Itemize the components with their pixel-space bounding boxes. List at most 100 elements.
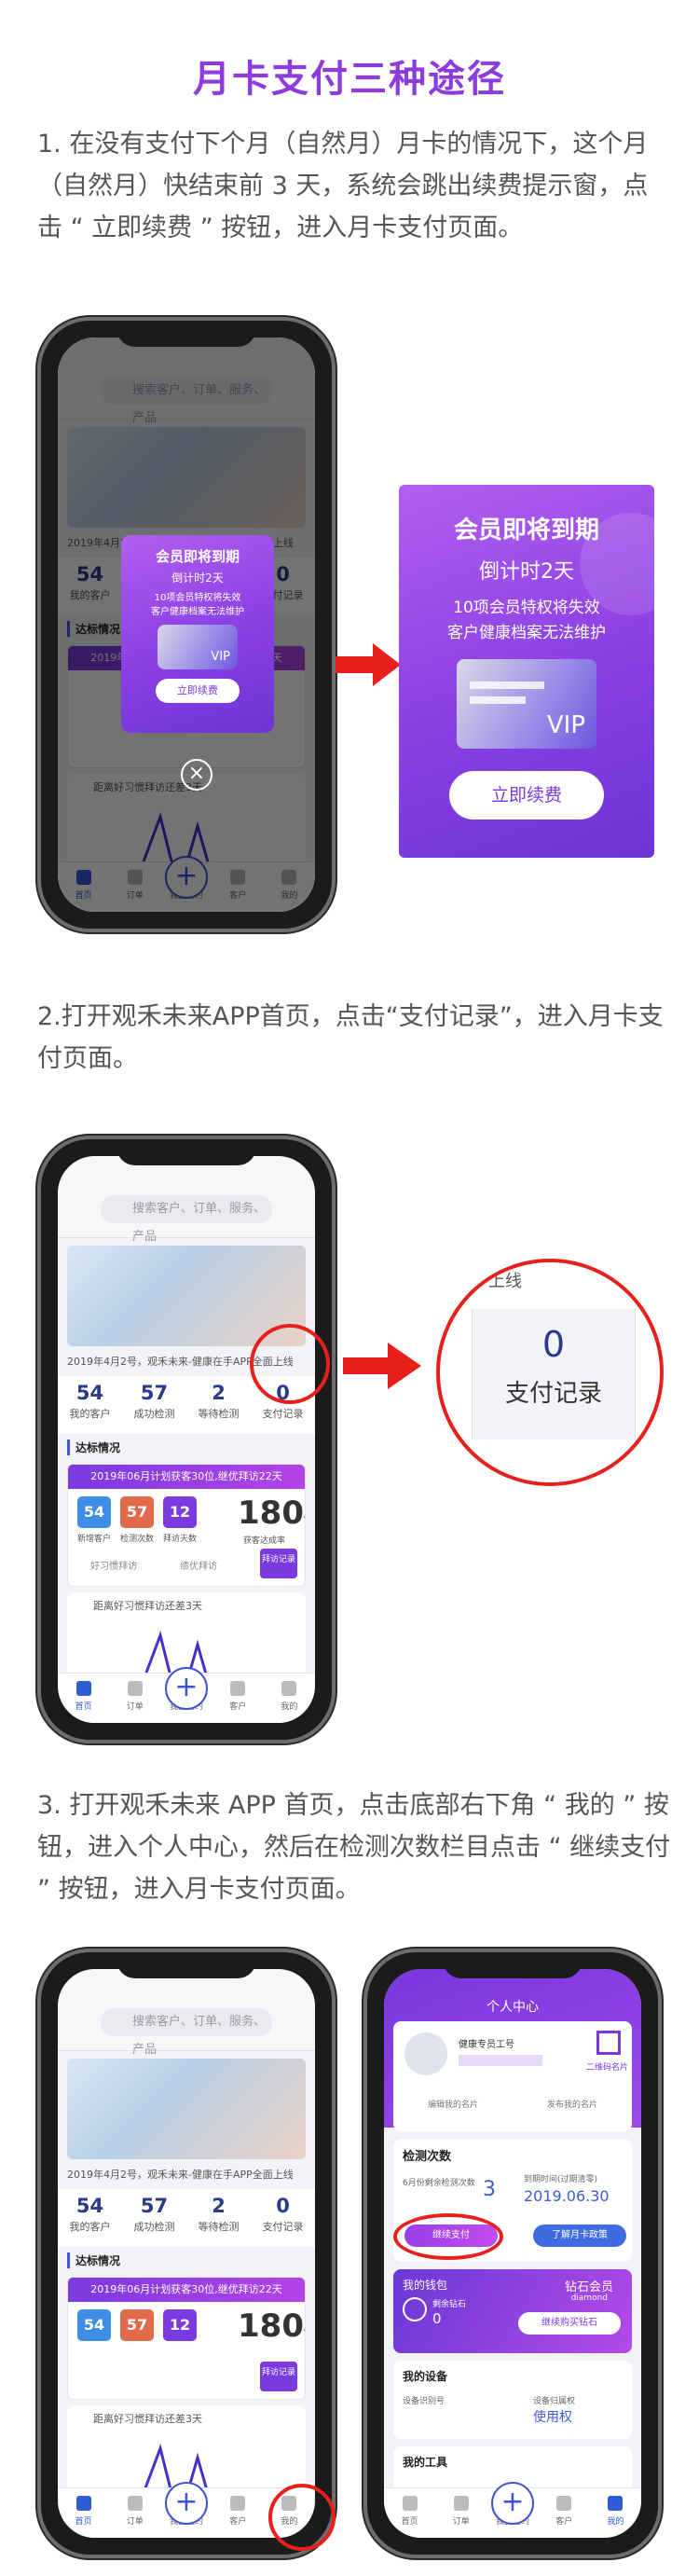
stat-detect[interactable]: 57成功检测 bbox=[122, 1376, 186, 1434]
tab-me[interactable]: 我的 bbox=[264, 1674, 315, 1723]
wallet-card: 我的钱包 剩余钻石 0 钻石会员 diamond 继续购买钻石 bbox=[393, 2269, 632, 2353]
qr-icon[interactable] bbox=[596, 2031, 621, 2055]
tab-home[interactable]: 首页 bbox=[58, 2488, 109, 2538]
highlight-circle bbox=[393, 2213, 503, 2260]
arrow-right-icon bbox=[343, 1343, 421, 1389]
grid-icon bbox=[127, 1681, 143, 1696]
add-button[interactable]: + bbox=[165, 2482, 208, 2525]
tab-me[interactable]: 我的 bbox=[590, 2488, 641, 2538]
stat-waiting[interactable]: 2等待检测 bbox=[186, 1376, 251, 1434]
edit-card-button[interactable]: 编辑我的名片 bbox=[393, 2098, 513, 2110]
phone-3: 搜索客户、订单、服务、产品 2019年4月2号，观禾未来-健康在手APP全面上线… bbox=[37, 1949, 336, 2558]
tab-customers[interactable]: 客户 bbox=[212, 2488, 264, 2538]
add-button[interactable]: + bbox=[491, 2482, 534, 2525]
stat-payment-record[interactable]: 0支付记录 bbox=[251, 2189, 315, 2247]
chip-new-customers: 54 bbox=[77, 1496, 111, 1528]
modal-line1: 10项会员特权将失效 bbox=[154, 593, 241, 603]
achievement-rate: 180% bbox=[238, 2307, 305, 2345]
phone-4: 个人中心 健康专员工号 二维码名片 编辑我的名片 发布我的名片 检测次数 6月份… bbox=[363, 1949, 662, 2558]
detect-title: 检测次数 bbox=[403, 2150, 452, 2164]
visit-record-button[interactable]: 拜访记录 bbox=[260, 2362, 297, 2391]
plan-card: 2019年06月计划获客30位,继优拜访22天 54 57 12 新增客户 检测… bbox=[67, 1464, 306, 1587]
modal-line2-large: 客户健康档案无法维护 bbox=[447, 624, 606, 642]
modal-title: 会员即将到期 bbox=[155, 548, 240, 565]
renew-button-large[interactable]: 立即续费 bbox=[449, 771, 604, 820]
visit-record-button[interactable]: 拜访记录 bbox=[260, 1549, 297, 1578]
tab-orders[interactable]: 订单 bbox=[435, 2488, 487, 2538]
chip-visit-days: 12 bbox=[163, 2309, 197, 2341]
avatar bbox=[404, 2032, 447, 2075]
vip-card: VIP bbox=[158, 625, 238, 669]
heart-icon bbox=[556, 2496, 572, 2511]
stat-customers[interactable]: 54我的客户 bbox=[58, 2189, 122, 2247]
step-2-text: 2.打开观禾未来APP首页，点击“支付记录”，进入月卡支付页面。 bbox=[37, 1002, 664, 1073]
stats-row: 54我的客户 57成功检测 2等待检测 0支付记录 bbox=[58, 2189, 315, 2247]
renew-button[interactable]: 立即续费 bbox=[156, 679, 240, 703]
notice-text: 2019年4月2号，观禾未来-健康在手APP全面上线 bbox=[67, 2169, 294, 2181]
phone-2-screen: 搜索客户、订单、服务、产品 2019年4月2号，观禾未来-健康在手APP全面上线… bbox=[58, 1156, 315, 1723]
renew-modal-large: 会员即将到期 倒计时2天 10项会员特权将失效 客户健康档案无法维护 VIP 立… bbox=[399, 485, 654, 858]
achievement-rate: 180% bbox=[238, 1495, 305, 1532]
grid-icon bbox=[127, 2496, 143, 2511]
stat-customers[interactable]: 54我的客户 bbox=[58, 1376, 122, 1434]
tab-customers[interactable]: 客户 bbox=[539, 2488, 590, 2538]
home-icon bbox=[75, 1681, 91, 1696]
phone-1-screen: 搜索客户、订单、服务、产品 2019年4月2号，观禾未来-健康在手APP全面上线… bbox=[58, 337, 315, 912]
diamond-label: 剩余钻石 bbox=[432, 2300, 467, 2309]
zoom-num: 0 bbox=[541, 1324, 566, 1365]
remain-label: 6月份剩余检测次数 bbox=[403, 2179, 475, 2188]
plan-header: 2019年06月计划获客30位,继优拜访22天 bbox=[68, 2278, 305, 2302]
tab-orders[interactable]: 订单 bbox=[109, 1674, 160, 1723]
chip-detect-count: 57 bbox=[120, 2309, 154, 2341]
diamond-icon bbox=[403, 2297, 427, 2321]
step-1-text: 1. 在没有支付下个月（自然月）月卡的情况下，这个月（自然月）快结束前 3 天，… bbox=[37, 130, 649, 242]
tab-home[interactable]: 首页 bbox=[58, 1674, 109, 1723]
publish-card-button[interactable]: 发布我的名片 bbox=[513, 2098, 632, 2110]
chip-visit-days: 12 bbox=[163, 1496, 197, 1528]
stat-detect[interactable]: 57成功检测 bbox=[122, 2189, 186, 2247]
wallet-title: 我的钱包 bbox=[403, 2279, 448, 2292]
add-button[interactable]: + bbox=[165, 1667, 208, 1710]
tab-customers[interactable]: 客户 bbox=[212, 1674, 264, 1723]
zoom-panel: 0 支付记录 bbox=[472, 1309, 636, 1440]
modal-countdown: 倒计时2天 bbox=[171, 572, 224, 585]
home-icon bbox=[402, 2496, 418, 2511]
policy-button[interactable]: 了解月卡政策 bbox=[533, 2225, 626, 2247]
chip-label: 新增客户 bbox=[76, 1535, 111, 1544]
search-input[interactable]: 搜索客户、订单、服务、产品 bbox=[101, 1195, 272, 1244]
plan-card: 2019年06月计划获客30位,继优拜访22天 54 57 12 180% 拜访… bbox=[67, 2277, 306, 2400]
modal-line2: 客户健康档案无法维护 bbox=[151, 607, 244, 617]
phone-notch bbox=[443, 1952, 582, 1978]
buy-diamond-button[interactable]: 继续购买钻石 bbox=[518, 2312, 621, 2335]
expire-label: 到期时间(过期清零) bbox=[524, 2175, 598, 2184]
step-3-text: 3. 打开观禾未来 APP 首页，点击底部右下角 “ 我的 ” 按钮，进入个人中… bbox=[37, 1791, 671, 1904]
highlight-circle bbox=[250, 1324, 330, 1404]
home-banner[interactable] bbox=[67, 2059, 306, 2159]
chip-detect-count: 57 bbox=[120, 1496, 154, 1528]
profile-title: 个人中心 bbox=[487, 2000, 539, 2015]
qr-label: 二维码名片 bbox=[585, 2063, 628, 2073]
search-input[interactable]: 搜索客户、订单、服务、产品 bbox=[101, 2008, 272, 2057]
vip-card-large: VIP bbox=[457, 659, 596, 749]
page-title: 月卡支付三种途径 bbox=[193, 58, 506, 101]
profile-screen: 个人中心 健康专员工号 二维码名片 编辑我的名片 发布我的名片 检测次数 6月份… bbox=[384, 1969, 641, 2538]
phone-1: 搜索客户、订单、服务、产品 2019年4月2号，观禾未来-健康在手APP全面上线… bbox=[37, 317, 336, 932]
devices-title: 我的设备 bbox=[403, 2370, 448, 2383]
zoom-circle: 上线 0 支付记录 bbox=[436, 1259, 664, 1486]
tab-orders[interactable]: 订单 bbox=[109, 2488, 160, 2538]
tab-home[interactable]: 首页 bbox=[384, 2488, 435, 2538]
stat-waiting[interactable]: 2等待检测 bbox=[186, 2189, 251, 2247]
tools-title: 我的工具 bbox=[403, 2456, 448, 2469]
device-use-label: 设备归属权 bbox=[533, 2397, 576, 2406]
close-icon[interactable]: × bbox=[181, 759, 212, 791]
home-header: 搜索客户、订单、服务、产品 bbox=[58, 1969, 315, 2057]
zoom-label[interactable]: 支付记录 bbox=[473, 1374, 635, 1409]
phone-notch bbox=[116, 1952, 256, 1978]
grid-icon bbox=[453, 2496, 469, 2511]
arrow-right-icon bbox=[336, 643, 401, 686]
device-id-label: 设备识别号 bbox=[403, 2397, 445, 2406]
phone-2: 搜索客户、订单、服务、产品 2019年4月2号，观禾未来-健康在手APP全面上线… bbox=[37, 1136, 336, 1743]
phone-notch bbox=[116, 321, 256, 347]
profile-card: 健康专员工号 二维码名片 编辑我的名片 发布我的名片 bbox=[393, 2021, 632, 2131]
renew-modal-small: 会员即将到期 倒计时2天 10项会员特权将失效 客户健康档案无法维护 VIP 立… bbox=[121, 535, 274, 733]
